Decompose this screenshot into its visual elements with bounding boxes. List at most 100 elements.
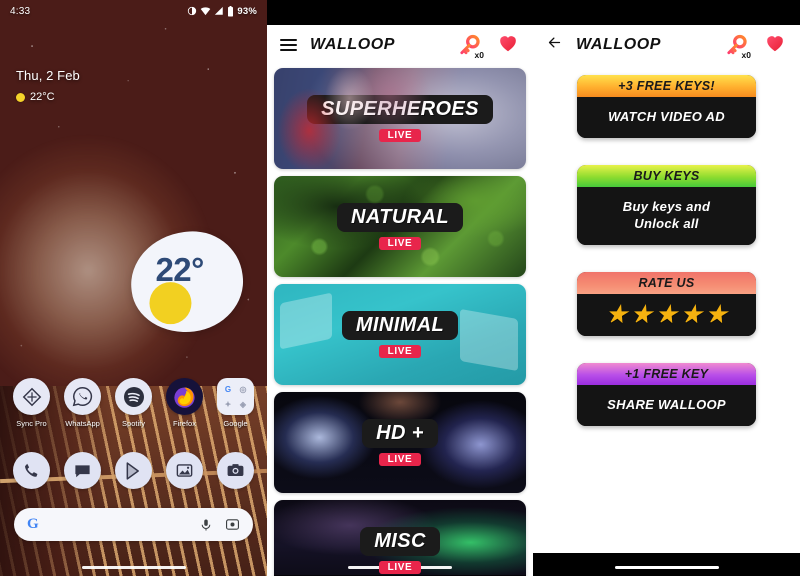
status-bar: 4:33 93%: [0, 0, 267, 22]
date-label: Thu, 2 Feb: [16, 68, 80, 83]
star-icon[interactable]: ★: [681, 302, 702, 326]
drive-icon: ◈: [239, 399, 247, 409]
walloop-rewards-screen: WALLOOP x0 +3 FREE KEYS! WATCH VIDEO AD …: [533, 0, 800, 576]
dock-item-playstore[interactable]: [115, 452, 152, 489]
sun-icon: [16, 92, 25, 102]
app-label: Spotify: [122, 419, 145, 428]
key-count-label: x0: [474, 50, 484, 60]
star-icon[interactable]: ★: [631, 302, 652, 326]
key-counter[interactable]: x0: [722, 32, 751, 60]
app-sync-pro[interactable]: Sync Pro: [10, 378, 54, 428]
dock-item-camera[interactable]: [217, 452, 254, 489]
category-card-natural[interactable]: NATURAL LIVE: [274, 176, 526, 277]
category-title: SUPERHEROES: [307, 95, 493, 124]
dock-item-messages[interactable]: [64, 452, 101, 489]
app-spotify[interactable]: Spotify: [112, 378, 156, 428]
app-label: Firefox: [173, 419, 196, 428]
battery-percent: 93%: [237, 5, 257, 17]
app-bar: WALLOOP x0: [267, 25, 533, 65]
bottom-black-bar: [533, 553, 800, 576]
category-card-minimal[interactable]: MINIMAL LIVE: [274, 284, 526, 385]
category-card-misc[interactable]: MISC LIVE: [274, 500, 526, 576]
live-badge: LIVE: [378, 237, 422, 250]
app-label: Sync Pro: [16, 419, 47, 428]
sun-icon: [149, 282, 192, 325]
reward-header: +1 FREE KEY: [577, 362, 756, 385]
star-icon[interactable]: ★: [656, 302, 677, 326]
dnd-icon: [188, 6, 197, 16]
live-badge: LIVE: [378, 345, 422, 358]
microphone-icon[interactable]: [199, 518, 213, 532]
status-bar-black: [267, 0, 533, 25]
share-walloop-button[interactable]: +1 FREE KEY SHARE WALLOOP: [577, 362, 756, 426]
three-phone-screenshots: 4:33 93% Thu, 2 Feb 22°C 22° Sync Pro Wh…: [0, 0, 800, 576]
reward-label: WATCH VIDEO AD: [577, 97, 756, 138]
play-store-icon: [126, 461, 139, 480]
google-g-icon: G: [224, 384, 232, 394]
live-badge: LIVE: [378, 129, 422, 142]
date-weather-widget[interactable]: Thu, 2 Feb 22°C: [16, 68, 80, 103]
status-bar-clock: 4:33: [10, 5, 31, 17]
message-icon: [75, 465, 90, 478]
rate-us-button[interactable]: RATE US ★ ★ ★ ★ ★: [577, 271, 756, 336]
buy-keys-button[interactable]: BUY KEYS Buy keys and Unlock all: [577, 164, 756, 245]
firefox-icon: [166, 378, 203, 415]
reward-label: SHARE WALLOOP: [577, 384, 756, 426]
category-title: NATURAL: [337, 203, 463, 232]
app-label: WhatsApp: [65, 419, 100, 428]
weather-line: 22°C: [16, 91, 80, 103]
key-count-label: x0: [741, 50, 751, 60]
google-g-icon: G: [27, 516, 39, 532]
google-lens-icon[interactable]: [225, 517, 240, 532]
app-title: WALLOOP: [576, 36, 662, 53]
category-card-superheroes[interactable]: SUPERHEROES LIVE: [274, 68, 526, 169]
maps-icon: ✦: [224, 399, 232, 409]
dock-item-photos[interactable]: [166, 452, 203, 489]
category-list[interactable]: SUPERHEROES LIVE NATURAL LIVE MINIMAL LI…: [267, 65, 533, 576]
gmail-icon: ◎: [239, 384, 247, 394]
camera-icon: [227, 464, 244, 477]
status-bar-icons: 93%: [187, 5, 257, 17]
signal-icon: [215, 6, 224, 15]
hamburger-menu-icon[interactable]: [280, 39, 297, 51]
temperature-label: 22°C: [30, 91, 55, 103]
category-title: MINIMAL: [341, 311, 459, 340]
app-label: Google: [223, 419, 248, 428]
reward-label: Buy keys and Unlock all: [577, 186, 756, 245]
category-title: MISC: [360, 527, 440, 556]
live-badge: LIVE: [378, 561, 422, 574]
navigation-pill[interactable]: [614, 565, 719, 569]
whatsapp-icon: [64, 378, 101, 415]
live-badge: LIVE: [378, 453, 422, 466]
star-icon[interactable]: ★: [606, 302, 627, 326]
phone-home-screen: 4:33 93% Thu, 2 Feb 22°C 22° Sync Pro Wh…: [0, 0, 267, 576]
wifi-icon: [201, 7, 211, 16]
app-google-folder[interactable]: G ◎ ✦ ◈ Google: [214, 378, 258, 428]
heart-icon: [767, 35, 783, 51]
category-card-hd-plus[interactable]: HD + LIVE: [274, 392, 526, 493]
category-title: HD +: [362, 419, 438, 448]
star-icon[interactable]: ★: [706, 302, 727, 326]
reward-header: RATE US: [577, 271, 756, 294]
star-rating[interactable]: ★ ★ ★ ★ ★: [577, 294, 756, 336]
google-search-bar[interactable]: G: [14, 508, 253, 541]
favorites-button[interactable]: [496, 32, 520, 59]
sync-pro-icon: [13, 378, 50, 415]
app-bar: WALLOOP x0: [533, 25, 800, 65]
favorites-button[interactable]: [763, 32, 787, 59]
app-whatsapp[interactable]: WhatsApp: [61, 378, 105, 428]
back-arrow-icon[interactable]: [546, 35, 563, 55]
watch-video-ad-button[interactable]: +3 FREE KEYS! WATCH VIDEO AD: [577, 75, 756, 138]
photos-icon: [176, 464, 193, 477]
app-firefox[interactable]: Firefox: [163, 378, 207, 428]
status-bar-black: [533, 0, 800, 25]
google-folder-icon: G ◎ ✦ ◈: [217, 378, 254, 415]
key-counter[interactable]: x0: [455, 32, 484, 60]
dock-item-phone[interactable]: [13, 452, 50, 489]
phone-icon: [25, 463, 38, 477]
navigation-pill[interactable]: [81, 565, 186, 569]
dock: [0, 452, 267, 489]
heart-icon: [500, 35, 516, 51]
reward-header: BUY KEYS: [577, 164, 756, 187]
reward-label: ★ ★ ★ ★ ★: [577, 293, 756, 336]
